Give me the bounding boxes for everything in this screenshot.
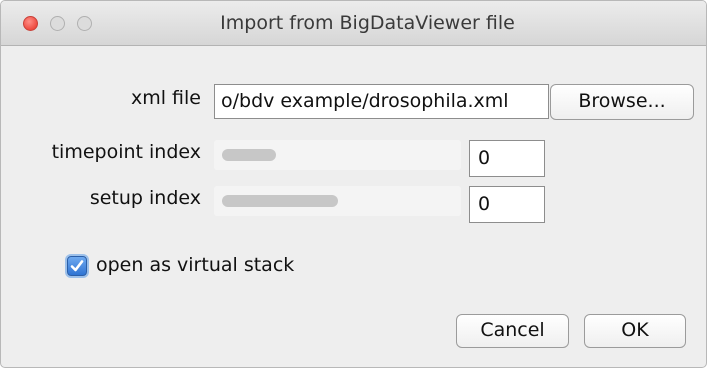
virtual-stack-checkbox[interactable]	[67, 256, 87, 276]
timepoint-index-slider[interactable]	[214, 140, 461, 170]
setup-index-input[interactable]: 0	[469, 186, 545, 223]
virtual-stack-label: open as virtual stack	[96, 254, 295, 276]
ok-button[interactable]: OK	[584, 314, 686, 348]
timepoint-index-label: timepoint index	[51, 141, 201, 163]
timepoint-slider-thumb[interactable]	[222, 149, 277, 161]
setup-index-slider[interactable]	[214, 186, 461, 216]
xml-file-label: xml file	[130, 87, 201, 109]
timepoint-index-input[interactable]: 0	[469, 140, 545, 177]
checkmark-icon	[70, 260, 84, 272]
window-title: Import from BigDataViewer file	[220, 12, 515, 34]
import-dialog: Import from BigDataViewer file xml file …	[0, 0, 707, 368]
xml-file-input[interactable]: o/bdv example/drosophila.xml	[214, 84, 549, 119]
browse-button[interactable]: Browse...	[550, 84, 694, 120]
setup-slider-thumb[interactable]	[222, 195, 339, 207]
title-bar: Import from BigDataViewer file	[1, 1, 706, 46]
setup-index-label: setup index	[89, 187, 201, 209]
cancel-button[interactable]: Cancel	[456, 314, 569, 348]
